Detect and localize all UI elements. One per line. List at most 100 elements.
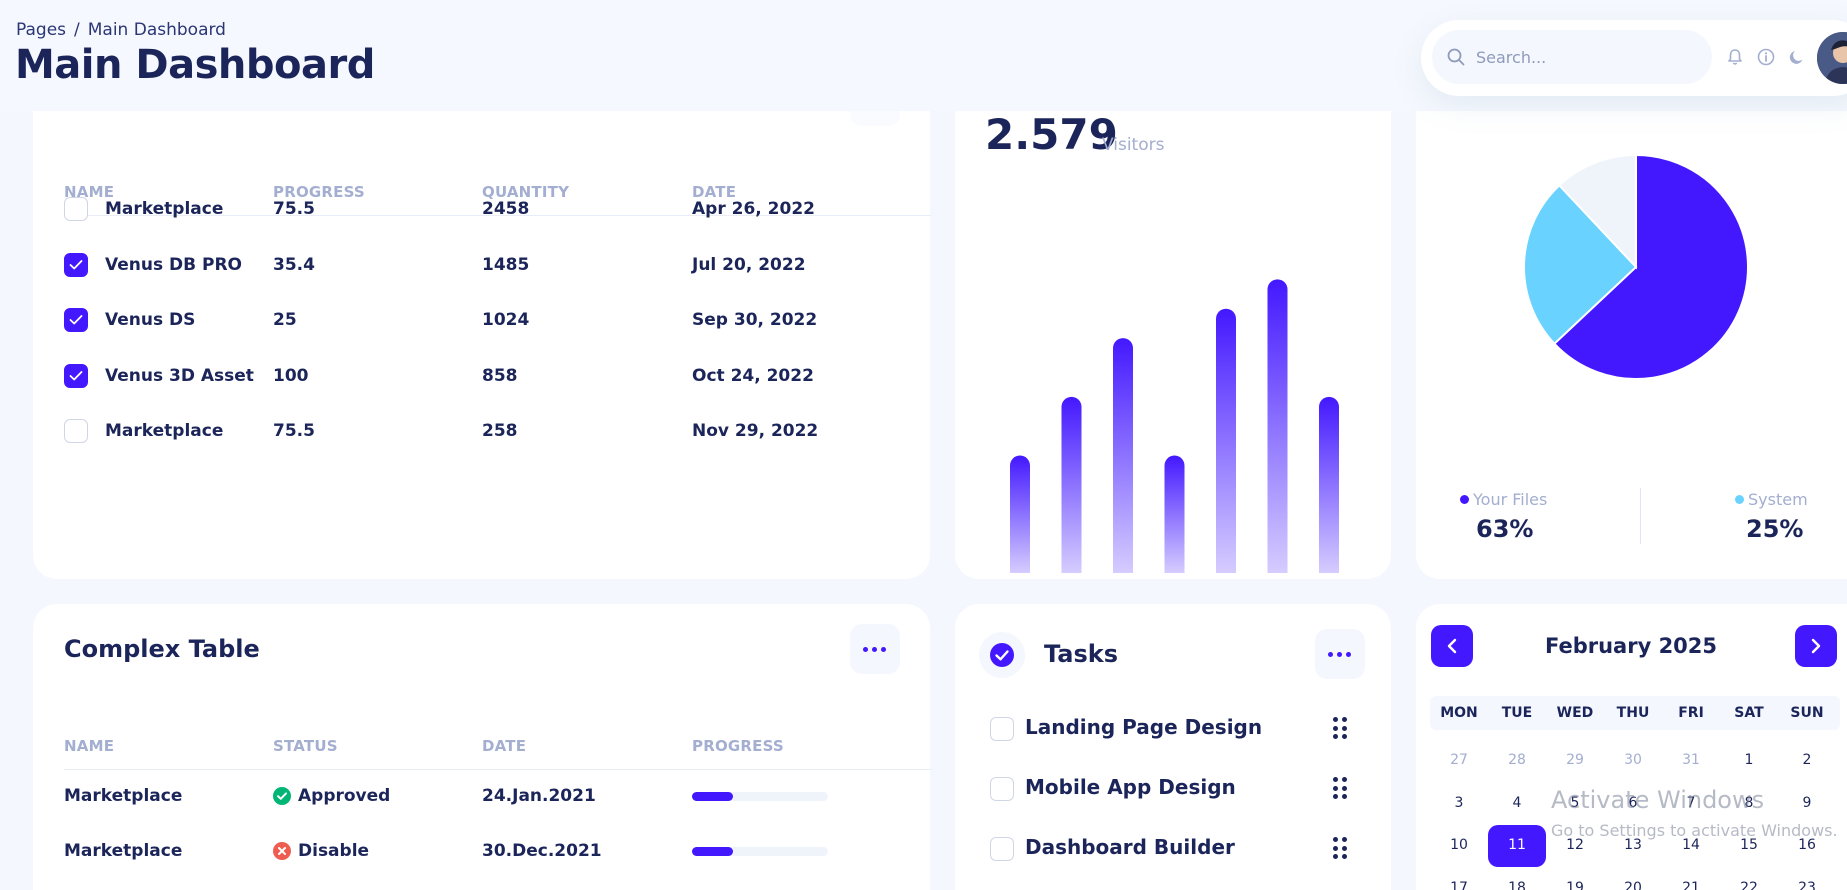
traffic-value: 2.579 [985,110,1118,159]
calendar-day[interactable]: 29 [1546,752,1604,768]
weekday-label: THU [1616,705,1650,721]
checkbox-checked[interactable] [64,308,88,332]
legend-system: System [1735,490,1808,509]
grip-dot [1342,837,1347,842]
moon-icon[interactable] [1787,47,1807,67]
breadcrumb-separator: / [74,20,80,40]
grip-dot [1342,845,1347,851]
grip-dot [1342,854,1347,859]
calendar-day[interactable]: 31 [1662,752,1720,768]
row-progress: 75.5 [273,199,315,219]
row-progress: 75.5 [273,421,315,441]
task-checkbox[interactable] [990,777,1014,801]
row-quantity: 1485 [482,254,530,275]
info-icon[interactable] [1756,47,1776,67]
calendar-day[interactable]: 20 [1604,880,1662,890]
calendar-day[interactable]: 3 [1430,795,1488,811]
calendar-day[interactable]: 18 [1488,880,1546,890]
checkbox-checked[interactable] [64,252,88,277]
calendar-card: February 2025 MON TUE WED THU FRI SAT SUN 27 28 2… [1416,604,1847,890]
calendar-day[interactable]: 2 [1778,752,1836,768]
task-checkbox[interactable] [990,837,1014,861]
calendar-day[interactable]: 1 [1720,752,1778,768]
check-table-card: NAME PROGRESS QUANTITY DATE Marketplace 7… [33,76,931,579]
row-name: Venus 3D Asset [105,365,254,386]
dot [881,647,886,652]
grip-dot [1342,725,1347,731]
traffic-unit: Visitors [1102,135,1165,155]
calendar-day[interactable]: 22 [1720,880,1778,890]
dot [863,647,868,652]
progress-fill [692,792,733,801]
top-navbar: Pages / Main Dashboard Main Dashboard [0,0,1847,111]
grip-dot [1333,845,1338,851]
drag-handle-icon[interactable] [1333,777,1347,799]
dot [1346,652,1351,657]
traffic-bar-chart: 00040812141618 [1010,279,1339,573]
checkbox[interactable] [64,197,88,221]
calendar-day[interactable]: 10 [1430,837,1488,853]
grip-dot [1342,785,1347,791]
breadcrumb-current[interactable]: Main Dashboard [88,20,226,40]
header-toolbar [1421,20,1847,96]
grip-dot [1333,725,1338,731]
calendar-day[interactable]: 30 [1604,752,1662,768]
breadcrumb-root-link[interactable]: Pages [16,20,66,40]
column-header-status[interactable]: STATUS [273,737,338,755]
tasks-badge [979,632,1025,678]
column-header-name[interactable]: NAME [64,737,114,755]
row-name: Marketplace [105,199,224,219]
task-checkbox[interactable] [990,717,1014,741]
check-circle-icon [273,787,291,805]
dot [1328,652,1333,657]
bar-12 [1164,455,1185,573]
bar-16 [1267,279,1288,573]
row-name: Venus DS [105,310,196,330]
search-input[interactable] [1476,30,1696,84]
drag-handle-icon[interactable] [1333,717,1347,739]
legend-value-your-files: 63% [1476,515,1534,543]
bell-icon[interactable] [1725,47,1745,67]
checkbox[interactable] [64,419,88,443]
complex-table-menu-button[interactable] [850,624,900,674]
page-title: Main Dashboard [15,42,375,88]
legend-value-system: 25% [1746,515,1804,543]
row-date: Apr 26, 2022 [692,199,815,219]
dot [1337,652,1342,657]
row-quantity: 1024 [482,310,530,330]
checkbox-checked[interactable] [64,363,88,388]
row-progress: 100 [273,365,309,386]
row-name: Marketplace [64,786,183,806]
tasks-menu-button[interactable] [1315,629,1365,679]
tasks-title: Tasks [1044,640,1119,668]
calendar-day[interactable]: 4 [1488,795,1546,811]
grip-dot [1333,785,1338,791]
weekday-label: MON [1440,705,1478,721]
progress-bar [692,847,828,856]
avatar[interactable] [1817,32,1847,84]
bar-00 [1010,455,1030,573]
pie-chart-card: Your Files 63% System 25% [1416,80,1847,579]
row-quantity: 858 [482,365,518,386]
calendar-day[interactable]: 9 [1778,795,1836,811]
row-progress: 35.4 [273,254,315,275]
task-label: Dashboard Builder [1025,835,1235,859]
calendar-next-button[interactable] [1795,625,1837,667]
column-header-date[interactable]: DATE [482,737,526,755]
breadcrumb: Pages / Main Dashboard [16,20,226,40]
grip-dot [1333,854,1338,859]
calendar-day-selected[interactable]: 11 [1488,837,1546,853]
calendar-day[interactable]: 21 [1662,880,1720,890]
calendar-day[interactable]: 28 [1488,752,1546,768]
calendar-month-label: February 2025 [1544,634,1718,658]
calendar-day[interactable]: 23 [1778,880,1836,890]
calendar-day[interactable]: 27 [1430,752,1488,768]
calendar-day[interactable]: 17 [1430,880,1488,890]
dot [872,647,877,652]
column-header-progress[interactable]: PROGRESS [692,737,784,755]
bar-04 [1061,396,1082,573]
calendar-day[interactable]: 19 [1546,880,1604,890]
drag-handle-icon[interactable] [1333,837,1347,859]
grip-dot [1342,794,1347,799]
row-date: Nov 29, 2022 [692,421,819,441]
